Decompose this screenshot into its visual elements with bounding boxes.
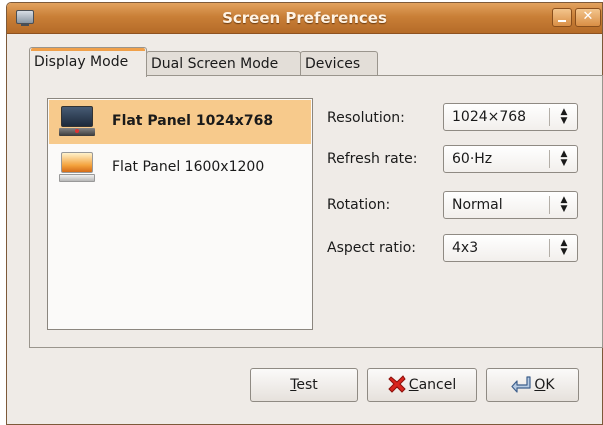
title-bar[interactable]: Screen Preferences ✕ bbox=[7, 3, 602, 34]
aspect-ratio-label: Aspect ratio: bbox=[327, 240, 417, 256]
resolution-label: Resolution: bbox=[327, 110, 405, 126]
minimize-button[interactable] bbox=[552, 8, 572, 27]
chevron-up-down-icon: ▲ ▼ bbox=[560, 238, 568, 257]
rotation-label: Rotation: bbox=[327, 197, 391, 213]
cancel-button[interactable]: Cancel bbox=[367, 368, 477, 402]
tab-dual-screen-mode[interactable]: Dual Screen Mode bbox=[146, 51, 301, 77]
close-icon: ✕ bbox=[582, 9, 594, 24]
list-item-label: Flat Panel 1600x1200 bbox=[112, 159, 265, 175]
cancel-mnemonic: C bbox=[408, 377, 419, 393]
test-button[interactable]: Test bbox=[250, 368, 358, 402]
tab-display-mode[interactable]: Display Mode bbox=[29, 47, 147, 77]
ok-button-label: K bbox=[545, 377, 555, 393]
chevron-up-down-icon: ▲ ▼ bbox=[560, 149, 568, 168]
flat-panel-monitor-icon bbox=[59, 152, 95, 184]
chevron-up-down-icon: ▲ ▼ bbox=[560, 107, 568, 126]
resolution-value: 1024×768 bbox=[452, 109, 527, 125]
list-item-flat-panel-1600[interactable]: Flat Panel 1600x1200 bbox=[49, 146, 311, 190]
refresh-rate-select[interactable]: 60·Hz ▲ ▼ bbox=[443, 145, 578, 173]
rotation-select[interactable]: Normal ▲ ▼ bbox=[443, 191, 578, 219]
refresh-rate-label: Refresh rate: bbox=[327, 151, 418, 167]
enter-arrow-icon bbox=[511, 376, 531, 393]
test-button-label: est bbox=[296, 377, 318, 393]
chevron-up-down-icon: ▲ ▼ bbox=[560, 195, 568, 214]
tab-devices[interactable]: Devices bbox=[300, 51, 378, 77]
refresh-rate-value: 60·Hz bbox=[452, 151, 493, 167]
aspect-ratio-select[interactable]: 4x3 ▲ ▼ bbox=[443, 234, 578, 262]
list-item-flat-panel-1024[interactable]: Flat Panel 1024x768 bbox=[49, 100, 311, 144]
window-title: Screen Preferences bbox=[222, 9, 387, 27]
rotation-value: Normal bbox=[452, 197, 503, 213]
ok-mnemonic: O bbox=[534, 377, 546, 393]
aspect-ratio-value: 4x3 bbox=[452, 240, 479, 256]
close-button[interactable]: ✕ bbox=[575, 8, 601, 27]
laptop-monitor-icon bbox=[59, 106, 95, 138]
resolution-select[interactable]: 1024×768 ▲ ▼ bbox=[443, 103, 578, 131]
cancel-button-label: ancel bbox=[418, 377, 457, 393]
list-item-label: Flat Panel 1024x768 bbox=[112, 113, 274, 129]
cancel-icon bbox=[388, 375, 406, 393]
monitor-list[interactable]: Flat Panel 1024x768 Flat Panel 1600x1200 bbox=[47, 98, 313, 330]
ok-button[interactable]: OK bbox=[486, 368, 579, 402]
